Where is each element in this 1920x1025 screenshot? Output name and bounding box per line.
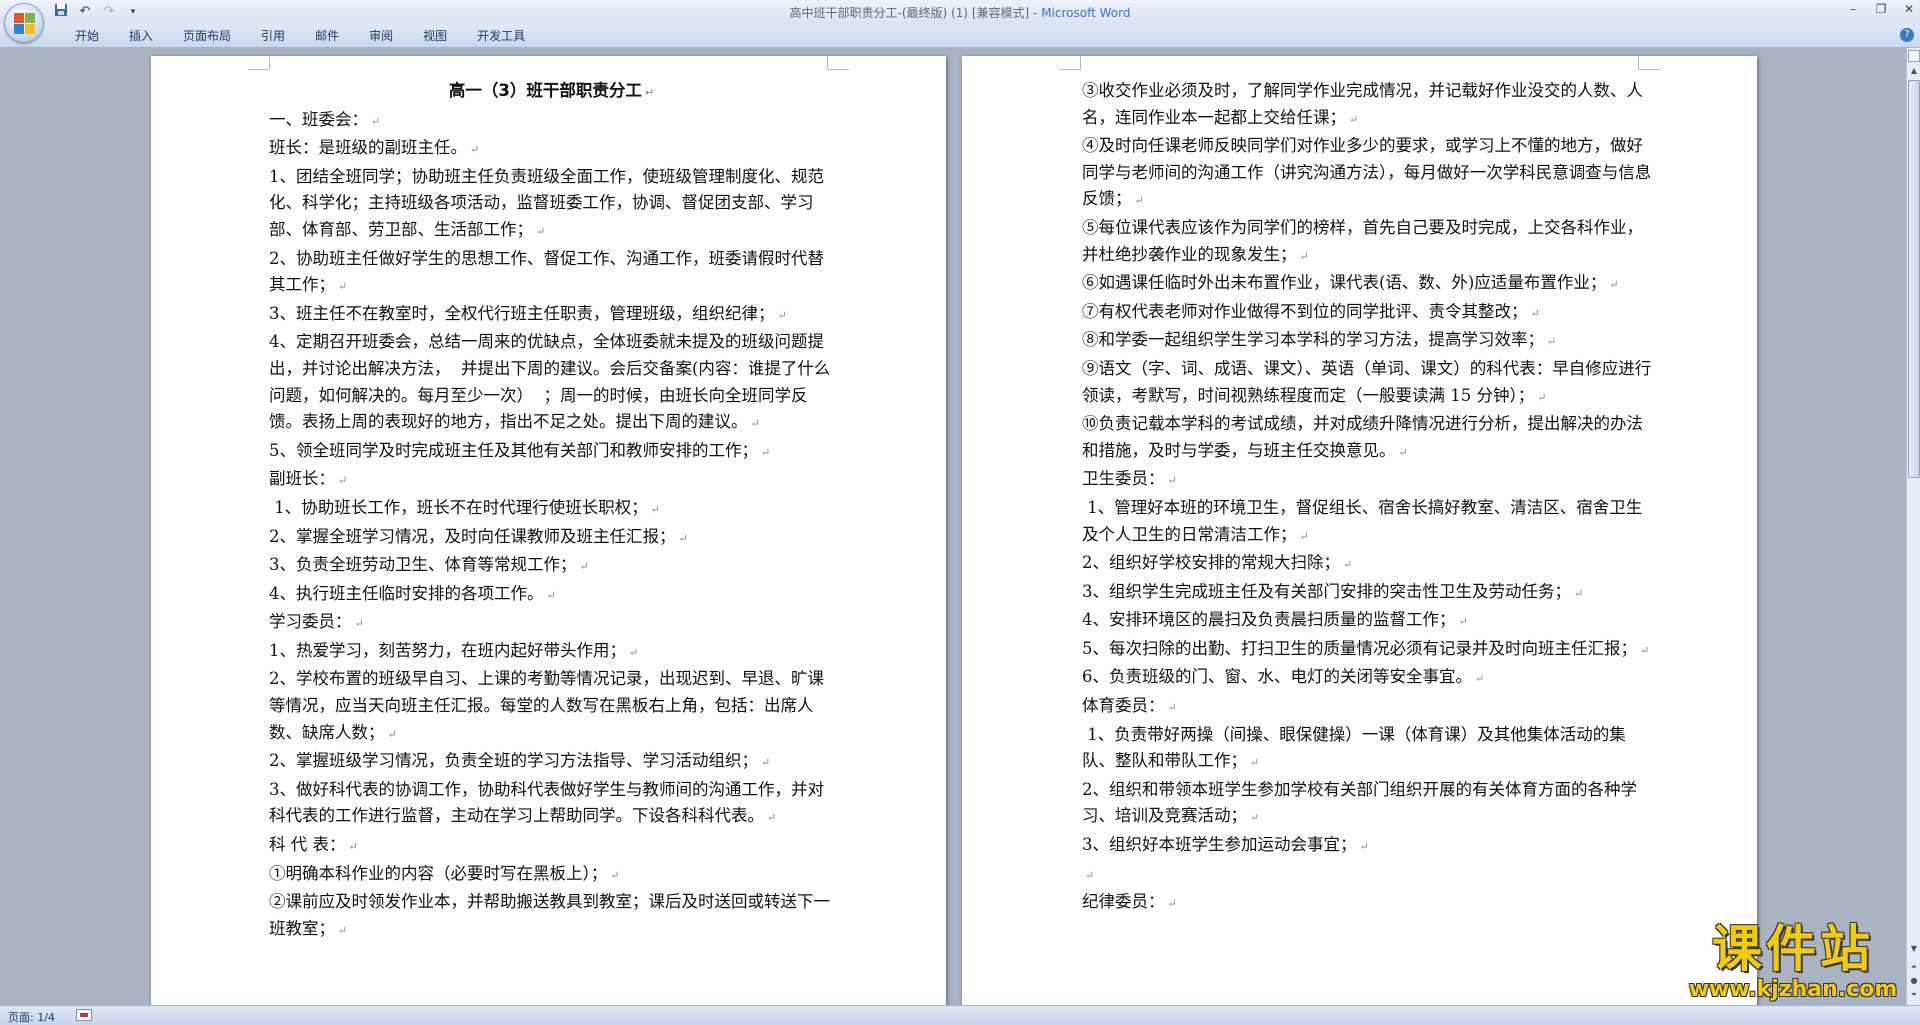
tab-review[interactable]: 审阅 [354, 29, 408, 43]
paragraph [1082, 861, 1652, 890]
watermark-url: www.kjzhan.com [1688, 977, 1898, 1002]
scroll-up-icon[interactable]: ▲ [1907, 64, 1920, 78]
paragraph: 2、掌握班级学习情况，负责全班的学习方法指导、学习活动组织； [269, 748, 834, 777]
help-icon[interactable]: ? [1900, 28, 1914, 42]
window-title: 高中班干部职责分工-(最终版) (1) [兼容模式] - Microsoft W… [0, 4, 1920, 21]
ribbon: 开始 插入 页面布局 引用 邮件 审阅 视图 开发工具 ? [0, 24, 1920, 48]
app-name: Microsoft Word [1041, 6, 1131, 20]
paragraph: 4、执行班主任临时安排的各项工作。 [269, 581, 834, 610]
tab-home[interactable]: 开始 [60, 29, 114, 43]
paragraph: 体育委员： [1082, 693, 1652, 722]
status-bar: 页面: 1/4 [0, 1005, 1920, 1025]
paragraph: ⑦有权代表老师对作业做得不到位的同学批评、责令其整改； [1082, 299, 1652, 328]
paragraph: 1、负责带好两操（间操、眼保健操）一课（体育课）及其他集体活动的集队、整队和带队… [1082, 722, 1652, 777]
paragraph: 一、班委会： [269, 107, 834, 136]
paragraph: 卫生委员： [1082, 466, 1652, 495]
paragraph: ②课前应及时领发作业本，并帮助搬送教具到教室；课后及时送回或转送下一班教室； [269, 889, 834, 944]
paragraph: 学习委员： [269, 609, 834, 638]
paragraph: 班长：是班级的副班主任。 [269, 135, 834, 164]
paragraph: 2、协助班主任做好学生的思想工作、督促工作、沟通工作，班委请假时代替其工作； [269, 246, 834, 301]
paragraph: 4、安排环境区的晨扫及负责晨扫质量的监督工作； [1082, 607, 1652, 636]
document-name: 高中班干部职责分工-(最终版) (1) [兼容模式] [789, 6, 1030, 20]
paragraph: 1、管理好本班的环境卫生，督促组长、宿舍长搞好教室、清洁区、宿舍卫生及个人卫生的… [1082, 495, 1652, 550]
paragraph: 3、负责全班劳动卫生、体育等常规工作； [269, 552, 834, 581]
proofing-icon[interactable] [76, 1009, 92, 1021]
tab-page-layout[interactable]: 页面布局 [168, 29, 246, 43]
paragraph: ⑥如遇课任临时外出未布置作业，课代表(语、数、外)应适量布置作业； [1082, 270, 1652, 299]
vertical-scrollbar[interactable]: ▲ ▼ ⏶ ● ⏷ [1906, 48, 1920, 1005]
paragraph: 1、热爱学习，刻苦努力，在班内起好带头作用； [269, 638, 834, 667]
paragraph: 5、领全班同学及时完成班主任及其他有关部门和教师安排的工作； [269, 438, 834, 467]
window-controls: – ❐ ✕ [1846, 2, 1916, 16]
tab-view[interactable]: 视图 [408, 29, 462, 43]
title-separator: - [1029, 6, 1042, 20]
tab-mailings[interactable]: 邮件 [300, 29, 354, 43]
paragraph: 科 代 表： [269, 832, 834, 861]
paragraph: 2、组织好学校安排的常规大扫除； [1082, 550, 1652, 579]
title-bar: ↶ ↷ ▾ 高中班干部职责分工-(最终版) (1) [兼容模式] - Micro… [0, 0, 1920, 24]
paragraph: 6、负责班级的门、窗、水、电灯的关闭等安全事宜。 [1082, 664, 1652, 693]
margin-marker [248, 56, 270, 70]
close-icon[interactable]: ✕ [1902, 2, 1916, 16]
document-heading: 高一（3）班干部职责分工 [269, 78, 834, 107]
office-button[interactable] [4, 3, 44, 43]
paragraph: ⑩负责记载本学科的考试成绩，并对成绩升降情况进行分析，提出解决的办法和措施，及时… [1082, 411, 1652, 466]
paragraph: 1、协助班长工作，班长不在时代理行使班长职权； [269, 495, 834, 524]
paragraph: ⑤每位课代表应该作为同学们的榜样，首先自己要及时完成，上交各科作业，并杜绝抄袭作… [1082, 215, 1652, 270]
margin-marker [827, 56, 849, 70]
scrollbar-thumb[interactable] [1908, 80, 1920, 478]
tab-references[interactable]: 引用 [246, 29, 300, 43]
paragraph: 1、团结全班同学；协助班主任负责班级全面工作，使班级管理制度化、规范化、科学化；… [269, 164, 834, 246]
paragraph: 3、组织学生完成班主任及有关部门安排的突击性卫生及劳动任务； [1082, 579, 1652, 608]
page-1: 高一（3）班干部职责分工 一、班委会： 班长：是班级的副班主任。 1、团结全班同… [151, 56, 946, 1005]
paragraph: ①明确本科作业的内容（必要时写在黑板上）； [269, 861, 834, 890]
paragraph: 2、组织和带领本班学生参加学校有关部门组织开展的有关体育方面的各种学习、培训及竞… [1082, 777, 1652, 832]
paragraph: 4、定期召开班委会，总结一周来的优缺点，全体班委就未提及的班级问题提出，并讨论出… [269, 329, 834, 437]
paragraph: 2、掌握全班学习情况，及时向任课教师及班主任汇报； [269, 524, 834, 553]
tab-insert[interactable]: 插入 [114, 29, 168, 43]
view-ruler-icon[interactable] [1908, 50, 1920, 62]
paragraph: 副班长： [269, 466, 834, 495]
margin-marker [1638, 56, 1660, 70]
page-2: ③收交作业必须及时，了解同学作业完成情况，并记载好作业没交的人数、人名，连同作业… [962, 56, 1757, 1005]
paragraph: ③收交作业必须及时，了解同学作业完成情况，并记载好作业没交的人数、人名，连同作业… [1082, 78, 1652, 133]
page-count[interactable]: 页面: 1/4 [8, 1009, 55, 1025]
paragraph: 5、每次扫除的出勤、打扫卫生的质量情况必须有记录并及时向班主任汇报； [1082, 636, 1652, 665]
paragraph: 纪律委员： [1082, 889, 1652, 918]
paragraph: ④及时向任课老师反映同学们对作业多少的要求，或学习上不懂的地方，做好同学与老师间… [1082, 133, 1652, 215]
paragraph: ⑧和学委一起组织学生学习本学科的学习方法，提高学习效率； [1082, 327, 1652, 356]
watermark-logo-text: 课件站 [1712, 920, 1874, 978]
page-2-text[interactable]: ③收交作业必须及时，了解同学作业完成情况，并记载好作业没交的人数、人名，连同作业… [1082, 78, 1652, 918]
tab-developer[interactable]: 开发工具 [462, 29, 540, 43]
paragraph: 3、组织好本班学生参加运动会事宜； [1082, 832, 1652, 861]
minimize-icon[interactable]: – [1846, 2, 1860, 16]
office-logo-icon [14, 13, 36, 35]
paragraph: 3、做好科代表的协调工作，协助科代表做好学生与教师间的沟通工作，并对科代表的工作… [269, 777, 834, 832]
paragraph: 2、学校布置的班级早自习、上课的考勤等情况记录，出现迟到、早退、旷课等情况，应当… [269, 666, 834, 748]
margin-marker [1059, 56, 1081, 70]
paragraph: 3、班主任不在教室时，全权代行班主任职责，管理班级，组织纪律； [269, 301, 834, 330]
paragraph: ⑨语文（字、词、成语、课文）、英语（单词、课文）的科代表：早自修应进行领读，考默… [1082, 356, 1652, 411]
page-1-text[interactable]: 高一（3）班干部职责分工 一、班委会： 班长：是班级的副班主任。 1、团结全班同… [269, 78, 834, 944]
ribbon-tabs: 开始 插入 页面布局 引用 邮件 审阅 视图 开发工具 [60, 29, 540, 43]
site-watermark: 课件站 www.kjzhan.com [1668, 920, 1918, 1008]
document-area: 高一（3）班干部职责分工 一、班委会： 班长：是班级的副班主任。 1、团结全班同… [0, 48, 1906, 1005]
restore-icon[interactable]: ❐ [1874, 2, 1888, 16]
